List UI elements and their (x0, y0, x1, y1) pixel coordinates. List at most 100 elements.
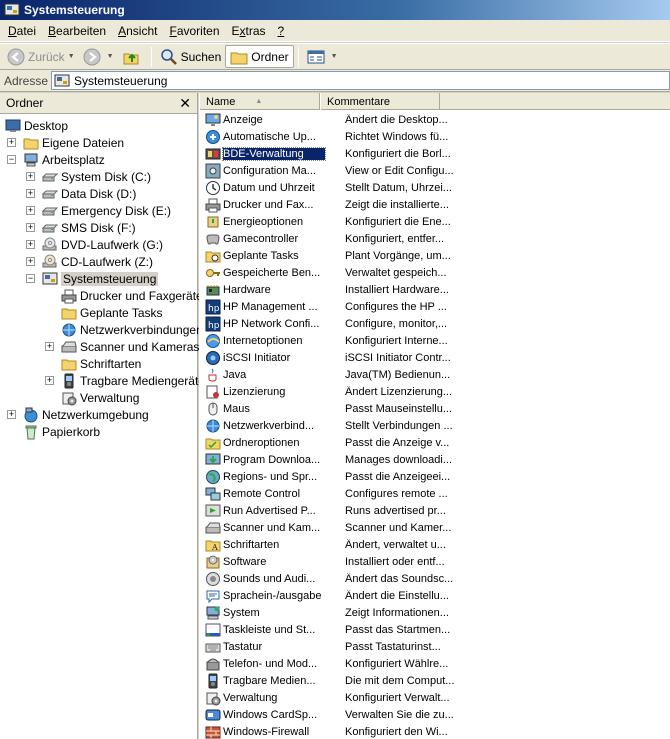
list-item[interactable]: Netzwerkverbind... Stellt Verbindungen ..… (199, 417, 670, 434)
list-item[interactable]: Anzeige Ändert die Desktop... (199, 111, 670, 128)
views-button[interactable]: ▼ (303, 45, 342, 68)
tree-item[interactable]: + Emergency Disk (E:) (26, 202, 171, 219)
list-item[interactable]: Internetoptionen Konfiguriert Interne... (199, 332, 670, 349)
list-item[interactable]: Tragbare Medien... Die mit dem Comput... (199, 672, 670, 689)
item-comment: Konfiguriert die Borl... (345, 147, 451, 160)
address-field[interactable]: Systemsteuerung (51, 71, 670, 90)
menu-datei[interactable]: Datei (2, 21, 42, 41)
tree-item[interactable]: + DVD-Laufwerk (G:) (26, 236, 163, 253)
list-item[interactable]: Windows-Firewall Konfiguriert den Wi... (199, 723, 670, 739)
list-item[interactable]: Gamecontroller Konfiguriert, entfer... (199, 230, 670, 247)
list-item[interactable]: Sounds und Audi... Ändert das Soundsc... (199, 570, 670, 587)
back-dropdown-icon[interactable]: ▼ (68, 53, 75, 60)
list-item[interactable]: BDE-Verwaltung Konfiguriert die Borl... (199, 145, 670, 162)
list-item[interactable]: Run Advertised P... Runs advertised pr... (199, 502, 670, 519)
list-item[interactable]: Regions- und Spr... Passt die Anzeigeei..… (199, 468, 670, 485)
list-item[interactable]: Remote Control Configures remote ... (199, 485, 670, 502)
expand-icon[interactable]: + (26, 240, 35, 249)
forward-button[interactable]: ▼ (79, 45, 118, 68)
list-item[interactable]: Sprachein-/ausgabe Ändert die Einstellu..… (199, 587, 670, 604)
column-header-comments[interactable]: Kommentare (320, 93, 440, 110)
item-comment: Die mit dem Comput... (345, 674, 455, 687)
list-item[interactable]: Software Installiert oder entf... (199, 553, 670, 570)
list-item[interactable]: Geplante Tasks Plant Vorgänge, um... (199, 247, 670, 264)
item-name: Tastatur (223, 640, 263, 653)
list-item[interactable]: Taskleiste und St... Passt das Startmen..… (199, 621, 670, 638)
back-button[interactable]: Zurück ▼ (3, 45, 79, 68)
list-item[interactable]: Lizenzierung Ändert Lizenzierung... (199, 383, 670, 400)
sort-ascending-icon: ▲ (255, 98, 263, 105)
collapse-icon[interactable]: − (26, 274, 35, 283)
menu-ansicht[interactable]: Ansicht (112, 21, 163, 41)
tree-item[interactable]: + System Disk (C:) (26, 168, 151, 185)
tree-item[interactable]: Netzwerkverbindungen (61, 321, 203, 338)
expand-icon[interactable]: + (26, 172, 35, 181)
list-item[interactable]: Tastatur Passt Tastaturinst... (199, 638, 670, 655)
list-item[interactable]: Drucker und Fax... Zeigt die installierte… (199, 196, 670, 213)
list-item[interactable]: Verwaltung Konfiguriert Verwalt... (199, 689, 670, 706)
tree-item-label: Scanner und Kameras (80, 339, 200, 354)
expand-icon[interactable]: + (26, 189, 35, 198)
list-item[interactable]: Energieoptionen Konfiguriert die Ene... (199, 213, 670, 230)
list-item[interactable]: A Schriftarten Ändert, verwaltet u... (199, 536, 670, 553)
list-item[interactable]: Windows CardSp... Verwalten Sie die zu... (199, 706, 670, 723)
menu-help[interactable]: ? (272, 21, 291, 41)
collapse-icon[interactable]: − (7, 155, 16, 164)
tasks-icon (205, 248, 221, 264)
list-item[interactable]: Gespeicherte Ben... Verwaltet gespeich... (199, 264, 670, 281)
tree-item[interactable]: Drucker und Faxgeräte (61, 287, 203, 304)
list-item[interactable]: Program Downloa... Manages downloadi... (199, 451, 670, 468)
drive-icon (41, 186, 59, 202)
item-comment: Konfiguriert die Ene... (345, 215, 451, 228)
item-comment: Installiert oder entf... (345, 555, 445, 568)
tree-item[interactable]: + Netzwerkumgebung (7, 406, 149, 423)
menu-favoriten[interactable]: Favoriten (163, 21, 225, 41)
expand-icon[interactable]: + (7, 138, 16, 147)
menu-extras[interactable]: Extras (226, 21, 272, 41)
title-bar[interactable]: Systemsteuerung (0, 0, 670, 20)
up-folder-button[interactable] (118, 45, 147, 68)
list-item[interactable]: Maus Passt Mauseinstellu... (199, 400, 670, 417)
list-item[interactable]: Java Java(TM) Bedienun... (199, 366, 670, 383)
item-name: Automatische Up... (223, 130, 316, 143)
item-name: Drucker und Fax... (223, 198, 314, 211)
list-item[interactable]: hp HP Management ... Configures the HP ... (199, 298, 670, 315)
search-button[interactable]: Suchen (156, 45, 226, 68)
tree-item[interactable]: + Tragbare Mediengeräte (45, 372, 205, 389)
tree-item[interactable]: + SMS Disk (F:) (26, 219, 136, 236)
tree-item[interactable]: Schriftarten (61, 355, 141, 372)
folders-button[interactable]: Ordner (225, 45, 294, 68)
expand-icon[interactable]: + (26, 257, 35, 266)
tree-item[interactable]: Verwaltung (61, 389, 139, 406)
list-item[interactable]: Telefon- und Mod... Konfiguriert Wählre..… (199, 655, 670, 672)
list-item[interactable]: Scanner und Kam... Scanner und Kamer... (199, 519, 670, 536)
expand-icon[interactable]: + (45, 342, 54, 351)
list-item[interactable]: Ordneroptionen Passt die Anzeige v... (199, 434, 670, 451)
list-item[interactable]: Configuration Ma... View or Edit Configu.… (199, 162, 670, 179)
expand-icon[interactable]: + (26, 223, 35, 232)
tree-item[interactable]: − Arbeitsplatz (7, 151, 105, 168)
expand-icon[interactable]: + (26, 206, 35, 215)
list-item[interactable]: iSCSI Initiator iSCSI Initiator Contr... (199, 349, 670, 366)
list-item[interactable]: Automatische Up... Richtet Windows fü... (199, 128, 670, 145)
views-dropdown-icon[interactable]: ▼ (331, 53, 338, 60)
expand-icon[interactable]: + (7, 410, 16, 419)
expand-icon[interactable]: + (45, 376, 54, 385)
printer-icon (61, 288, 77, 304)
list-item[interactable]: Datum und Uhrzeit Stellt Datum, Uhrzei... (199, 179, 670, 196)
tree-item[interactable]: Geplante Tasks (61, 304, 163, 321)
close-icon[interactable]: ✕ (179, 96, 191, 110)
list-item[interactable]: System Zeigt Informationen... (199, 604, 670, 621)
tree-item[interactable]: + CD-Laufwerk (Z:) (26, 253, 153, 270)
tree-item[interactable]: + Data Disk (D:) (26, 185, 136, 202)
menu-bearbeiten[interactable]: Bearbeiten (42, 21, 112, 41)
tree-item[interactable]: + Eigene Dateien (7, 134, 124, 151)
tree-item[interactable]: − Systemsteuerung (26, 270, 159, 287)
tree-item[interactable]: + Scanner und Kameras (45, 338, 200, 355)
column-header-name[interactable]: Name ▲ (199, 93, 320, 110)
list-item[interactable]: Hardware Installiert Hardware... (199, 281, 670, 298)
forward-dropdown-icon[interactable]: ▼ (107, 53, 114, 60)
list-item[interactable]: hp HP Network Confi... Configure, monitor,… (199, 315, 670, 332)
tree-item[interactable]: Desktop (5, 117, 68, 134)
tree-item[interactable]: Papierkorb (23, 423, 100, 440)
